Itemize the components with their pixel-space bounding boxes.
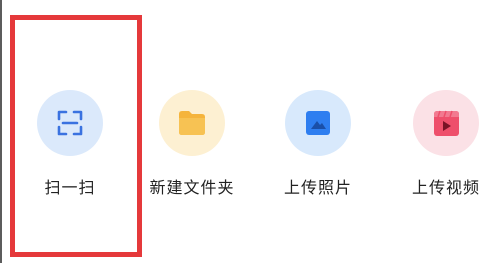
upload-photo-label: 上传照片 <box>283 178 352 197</box>
photo-icon-circle <box>285 90 351 156</box>
scan-icon-circle <box>37 90 103 156</box>
new-folder-button[interactable]: 新建文件夹 <box>132 90 252 200</box>
scan-icon <box>57 110 83 136</box>
photo-icon <box>306 111 330 135</box>
scan-label: 扫一扫 <box>44 178 96 197</box>
new-folder-label: 新建文件夹 <box>149 178 235 197</box>
scan-button[interactable]: 扫一扫 <box>10 90 130 200</box>
folder-icon-circle <box>159 90 225 156</box>
upload-video-button[interactable]: 上传视频 <box>386 90 500 200</box>
upload-video-label: 上传视频 <box>411 178 480 197</box>
folder-icon <box>179 111 205 135</box>
upload-photo-button[interactable]: 上传照片 <box>258 90 378 200</box>
window-left-edge <box>0 0 2 263</box>
video-icon-circle <box>413 90 479 156</box>
video-icon <box>434 110 459 136</box>
